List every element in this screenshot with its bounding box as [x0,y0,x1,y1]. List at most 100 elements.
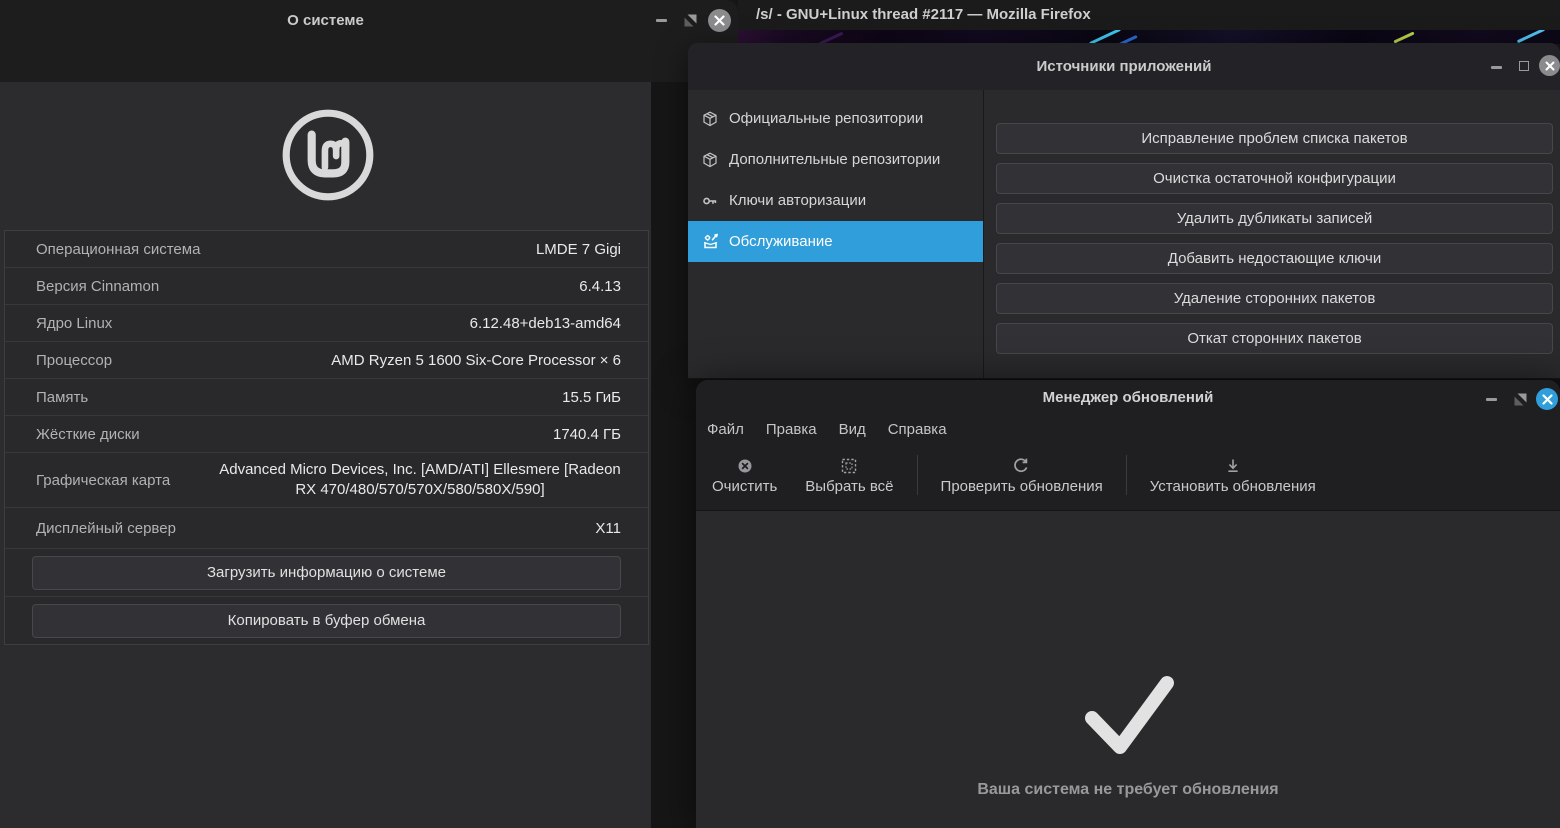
install-updates-button[interactable]: Установить обновления [1136,456,1330,495]
close-icon [1541,393,1553,405]
firefox-window-title: /s/ - GNU+Linux thread #2117 — Mozilla F… [756,6,1091,23]
row-label: Память [36,388,89,406]
sidebar-item-maintenance[interactable]: Обслуживание [688,221,983,262]
table-row: Память 15.5 ГиБ [5,378,648,415]
table-row: Ядро Linux 6.12.48+deb13-amd64 [5,304,648,341]
row-label: Дисплейный сервер [36,519,176,537]
clear-button[interactable]: Очистить [698,456,791,495]
install-icon [1225,456,1241,474]
update-manager-header: Менеджер обновлений Файл Правка Вид Спра… [696,380,1560,511]
maintenance-panel: Исправление проблем списка пакетов Очист… [984,90,1560,378]
minimize-icon [656,19,667,22]
restore-icon [1514,393,1527,406]
sources-titlebar[interactable]: Источники приложений [688,43,1560,90]
sidebar-item-label: Обслуживание [729,233,833,250]
about-window-title: О системе [287,12,364,29]
update-manager-window: Менеджер обновлений Файл Правка Вид Спра… [696,380,1560,828]
sidebar-item-label: Ключи авторизации [729,192,867,209]
package-icon [701,110,719,128]
status-message: Ваша система не требует обновления [977,781,1279,798]
add-missing-keys-button[interactable]: Добавить недостающие ключи [996,243,1553,274]
row-label: Графическая карта [36,471,171,489]
row-value: Advanced Micro Devices, Inc. [AMD/ATI] E… [219,461,621,498]
checkmark-icon [1080,674,1176,763]
table-row: Дисплейный сервер X11 [5,507,648,548]
sidebar-item-label: Официальные репозитории [729,110,924,127]
linux-mint-logo [277,104,379,211]
minimize-button[interactable] [656,19,667,22]
row-value: 1740.4 ГБ [552,425,621,443]
restore-icon [684,14,697,27]
row-value: 6.12.48+deb13-amd64 [469,314,621,332]
sources-window-title: Источники приложений [1036,58,1212,75]
key-icon [701,192,719,210]
software-sources-window: Источники приложений Официальные репозит… [688,43,1560,379]
sidebar-item-additional-repositories[interactable]: Дополнительные репозитории [688,139,983,180]
row-label: Жёсткие диски [36,425,140,443]
package-icon [701,151,719,169]
table-row: Графическая карта Advanced Micro Devices… [5,452,648,507]
upload-system-info-button[interactable]: Загрузить информацию о системе [32,555,621,590]
artwork-streak [1393,31,1415,44]
artwork-streak [1088,30,1122,44]
purge-residual-config-button[interactable]: Очистка остаточной конфигурации [996,163,1553,194]
menu-view[interactable]: Вид [828,416,877,444]
table-row: Жёсткие диски 1740.4 ГБ [5,415,648,452]
downgrade-foreign-packages-button[interactable]: Откат сторонних пакетов [996,323,1553,354]
row-value: 15.5 ГиБ [562,388,621,406]
button-row: Загрузить информацию о системе [5,548,648,596]
row-label: Процессор [36,351,113,369]
maintenance-icon [701,233,719,251]
minimize-icon [1486,398,1497,401]
menu-file[interactable]: Файл [696,416,755,444]
about-window: Операционная система LMDE 7 Gigi Версия … [0,82,651,828]
close-icon [714,15,725,26]
button-row: Копировать в буфер обмена [5,596,648,644]
table-row: Операционная система LMDE 7 Gigi [5,231,648,267]
toolbar: Очистить Выбрать всё Проверить обновлени… [698,446,1330,504]
row-label: Операционная система [36,240,201,258]
refresh-icon [1013,456,1030,474]
table-row: Версия Cinnamon 6.4.13 [5,267,648,304]
table-row: Процессор AMD Ryzen 5 1600 Six-Core Proc… [5,341,648,378]
minimize-button[interactable] [1491,66,1502,69]
sources-sidebar: Официальные репозитории Дополнительные р… [688,90,984,378]
update-manager-content: Ваша система не требует обновления [696,511,1560,828]
firefox-content-sliver [738,30,1560,44]
row-value: AMD Ryzen 5 1600 Six-Core Processor × 6 [331,351,621,369]
maximize-button[interactable] [1519,61,1529,71]
restore-button[interactable] [684,14,697,32]
sidebar-item-official-repositories[interactable]: Официальные репозитории [688,98,983,139]
about-window-titlebar[interactable]: О системе [0,0,738,82]
row-value: 6.4.13 [579,277,621,295]
copy-to-clipboard-button[interactable]: Копировать в буфер обмена [32,603,621,638]
restore-button[interactable] [1514,393,1527,411]
toolbar-separator [1125,455,1127,495]
sidebar-item-label: Дополнительные репозитории [729,151,941,168]
close-button[interactable] [1539,55,1560,76]
select-all-button[interactable]: Выбрать всё [791,456,907,495]
firefox-titlebar[interactable]: /s/ - GNU+Linux thread #2117 — Mozilla F… [738,0,1560,30]
remove-foreign-packages-button[interactable]: Удаление сторонних пакетов [996,283,1553,314]
refresh-button[interactable]: Проверить обновления [927,456,1117,495]
minimize-button[interactable] [1486,398,1497,401]
close-icon [1545,61,1554,70]
update-manager-title: Менеджер обновлений [1042,389,1214,406]
remove-duplicate-entries-button[interactable]: Удалить дубликаты записей [996,203,1553,234]
sidebar-item-authentication-keys[interactable]: Ключи авторизации [688,180,983,221]
menu-edit[interactable]: Правка [755,416,828,444]
row-label: Версия Cinnamon [36,277,160,295]
menubar: Файл Правка Вид Справка [696,416,958,444]
close-button[interactable] [1536,388,1558,410]
clear-icon [737,456,753,474]
menu-help[interactable]: Справка [877,416,958,444]
minimize-icon [1491,66,1502,69]
system-info-table: Операционная система LMDE 7 Gigi Версия … [4,230,649,645]
select-all-icon [841,456,857,474]
row-value: LMDE 7 Gigi [535,240,621,258]
toolbar-separator [916,455,918,495]
close-button[interactable] [708,9,731,32]
sources-window-body: Официальные репозитории Дополнительные р… [688,90,1560,378]
fix-package-list-button[interactable]: Исправление проблем списка пакетов [996,123,1553,154]
artwork-streak [1516,30,1546,44]
